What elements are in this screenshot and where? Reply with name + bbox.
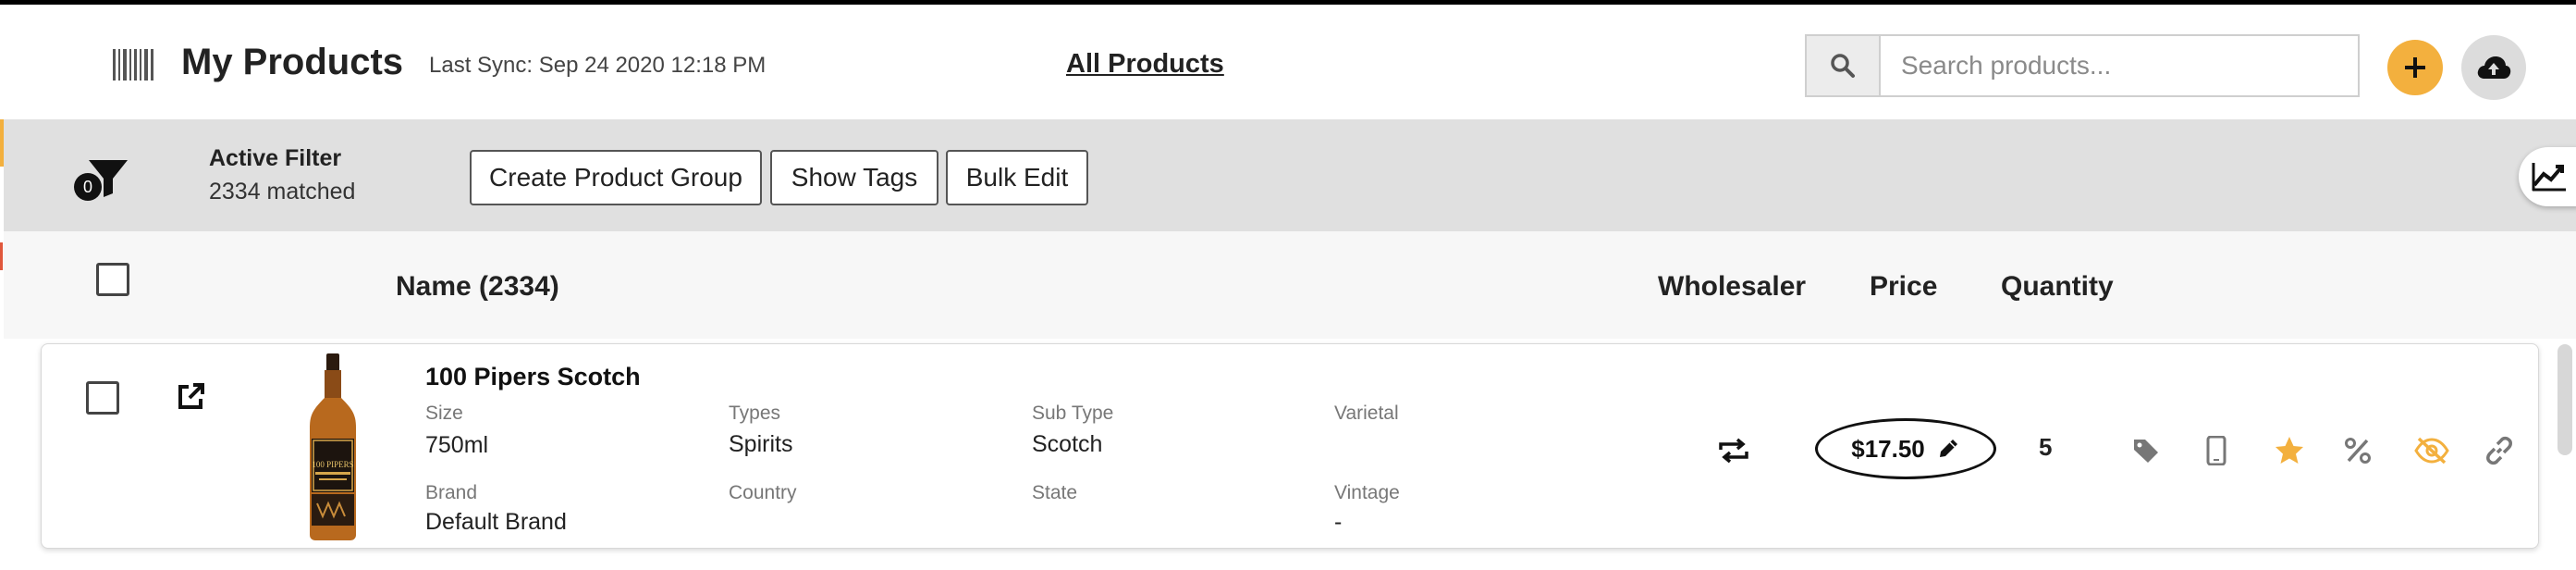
cloud-upload-icon [2477,56,2511,79]
visibility-button[interactable] [2413,432,2450,469]
product-image: 100 PIPERS [310,353,356,540]
mobile-icon [2206,436,2226,465]
column-name-header[interactable]: Name (2334) [396,271,559,303]
search-button[interactable] [1807,36,1881,95]
show-tags-button[interactable]: Show Tags [770,150,938,205]
add-product-button[interactable] [2387,40,2443,95]
column-quantity-header[interactable]: Quantity [2001,271,2114,303]
size-label: Size [425,403,463,424]
size-value: 750ml [425,432,489,458]
create-product-group-button[interactable]: Create Product Group [470,150,762,205]
cloud-upload-button[interactable] [2461,35,2526,100]
types-value: Spirits [729,431,793,457]
plus-icon [2405,57,2425,78]
search-icon [1831,54,1855,78]
last-sync-text: Last Sync: Sep 24 2020 12:18 PM [429,53,767,78]
varietal-label: Varietal [1334,403,1399,424]
tag-button[interactable] [2128,432,2165,469]
percent-icon [2345,438,2371,464]
tag-icon [2134,440,2158,463]
page-title: My Products [181,42,404,82]
link-icon [2486,436,2512,465]
column-wholesaler-header[interactable]: Wholesaler [1658,271,1806,303]
bottle-label-text: 100 PIPERS [312,460,353,469]
vintage-label: Vintage [1334,482,1400,503]
price-editor[interactable]: $17.50 [1815,418,1996,479]
eye-off-icon [2414,437,2449,465]
product-name[interactable]: 100 Pipers Scotch [425,363,641,391]
product-select-checkbox[interactable] [86,381,119,415]
pencil-icon[interactable] [1936,437,1960,461]
select-all-checkbox[interactable] [96,263,129,296]
all-products-link[interactable]: All Products [1066,49,1224,80]
vintage-value: - [1334,509,1343,535]
star-icon [2275,437,2303,464]
sub-type-label: Sub Type [1032,403,1114,424]
open-external-icon[interactable] [177,381,206,411]
filter-bar: 0 Active Filter 2334 matched Create Prod… [4,119,2576,231]
matched-count: 2334 matched [209,179,356,204]
quantity-value: 5 [2039,433,2053,461]
brand-label: Brand [425,482,478,503]
state-label: State [1032,482,1078,503]
barcode-icon [113,49,153,81]
table-header: Name (2334) Wholesaler Price Quantity [4,231,2576,339]
search-input[interactable] [1881,36,2358,95]
link-button[interactable] [2481,432,2518,469]
repeat-icon[interactable] [1717,437,1750,465]
trending-chart-icon [2532,163,2566,192]
left-accent-marker [0,242,3,270]
country-label: Country [729,482,797,503]
active-filter-label: Active Filter [209,145,342,171]
product-card[interactable]: 100 PIPERS 100 Pipers Scotch Size 750ml … [41,343,2539,549]
price-value: $17.50 [1851,434,1925,463]
sub-type-value: Scotch [1032,431,1103,457]
brand-value: Default Brand [425,509,567,535]
column-price-header[interactable]: Price [1870,271,1937,303]
discount-button[interactable] [2339,432,2376,469]
mobile-button[interactable] [2198,432,2235,469]
bulk-edit-button[interactable]: Bulk Edit [946,150,1088,205]
app-header: My Products Last Sync: Sep 24 2020 12:18… [0,5,2576,119]
types-label: Types [729,403,781,424]
scrollbar-thumb[interactable] [2558,344,2572,455]
favorite-button[interactable] [2271,432,2308,469]
search-box [1805,34,2360,97]
analytics-tab[interactable] [2519,147,2576,206]
filter-count-badge: 0 [74,173,102,201]
